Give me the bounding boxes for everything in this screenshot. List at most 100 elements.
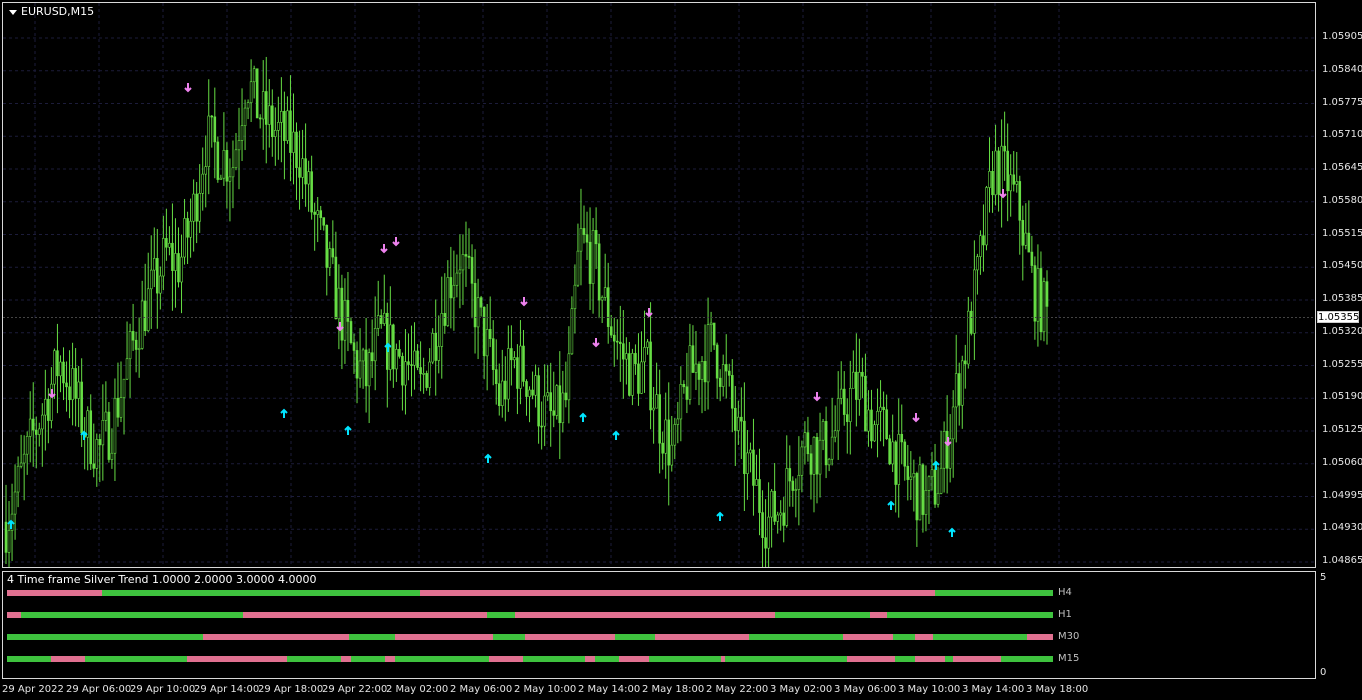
time-tick-label: 2 May 10:00 (514, 684, 577, 695)
candle-body (159, 275, 162, 294)
candle-body (706, 324, 710, 383)
candle-body (567, 353, 571, 401)
price-tick-label: 1.04995 (1322, 489, 1362, 501)
candle-body (204, 166, 208, 175)
candle-body (758, 479, 761, 513)
candle-body (331, 248, 335, 258)
candle-body (573, 284, 577, 310)
candle-body (891, 441, 894, 465)
candle-body (588, 241, 592, 284)
candle-body (152, 258, 156, 271)
candle-body (848, 387, 852, 422)
candle-body (452, 284, 456, 299)
candle-body (41, 414, 44, 430)
candle-body (991, 171, 994, 196)
price-chart-panel[interactable]: EURUSD,M15 (2, 2, 1316, 568)
candle-body (171, 242, 174, 271)
trend-row-m15 (7, 656, 1053, 662)
candle-body (957, 373, 961, 406)
candlestick-chart[interactable] (3, 3, 1316, 568)
candle-body (885, 409, 888, 440)
candle-body (667, 419, 671, 466)
candle-body (107, 411, 111, 460)
candle-body (25, 436, 29, 455)
candle-body (34, 429, 38, 435)
candle-body (261, 91, 265, 120)
candle-body (401, 356, 404, 386)
candle-body (730, 375, 734, 409)
candle-body (280, 110, 283, 123)
candle-body (619, 341, 622, 344)
candle-body (839, 388, 843, 399)
candle-body (180, 256, 183, 283)
candle-body (337, 287, 341, 320)
candle-body (785, 468, 789, 526)
trend-down-segment (385, 656, 395, 662)
trend-down-segment (395, 634, 493, 640)
candle-body (395, 349, 398, 370)
indicator-panel[interactable]: 4 Time frame Silver Trend 1.0000 2.0000 … (2, 571, 1316, 679)
trend-up-segment (349, 634, 395, 640)
candle-body (900, 433, 904, 443)
symbol-selector[interactable]: EURUSD,M15 (9, 6, 94, 18)
trend-row-h1 (7, 612, 1053, 618)
time-tick-label: 2 May 18:00 (642, 684, 705, 695)
trend-down-segment (187, 656, 287, 662)
time-tick-label: 2 May 22:00 (706, 684, 769, 695)
candle-body (579, 228, 583, 252)
trend-down-segment (843, 634, 893, 640)
candle-body (467, 255, 471, 258)
candle-body (622, 343, 625, 360)
time-tick-label: 29 Apr 14:00 (194, 684, 260, 695)
candle-body (615, 340, 619, 343)
price-tick-label: 1.05255 (1322, 358, 1362, 370)
candle-body (1000, 145, 1003, 195)
price-tick-label: 1.05385 (1322, 293, 1362, 304)
candle-body (168, 242, 171, 248)
candle-body (830, 436, 834, 460)
candle-body (234, 149, 238, 169)
candle-body (534, 375, 537, 396)
candle-body (407, 361, 410, 365)
candle-body (994, 150, 997, 196)
price-tick-label: 1.05190 (1322, 391, 1362, 403)
trend-up-segment (102, 590, 420, 596)
candle-body (358, 360, 362, 379)
candle-body (289, 110, 292, 153)
candle-body (703, 361, 707, 383)
timeframe-label: M30 (1058, 631, 1080, 642)
trend-down-segment (915, 656, 945, 662)
candle-body (37, 428, 41, 435)
candle-body (585, 234, 589, 243)
candle-body (942, 430, 946, 469)
indicator-scale-bottom: 0 (1320, 667, 1327, 678)
candle-body (845, 414, 849, 422)
buy-arrow-icon (280, 408, 288, 418)
sell-arrow-icon (392, 237, 400, 247)
candle-body (1030, 251, 1034, 266)
buy-arrow-icon (716, 511, 724, 521)
triangle-down-icon[interactable] (9, 9, 17, 15)
buy-arrow-icon (579, 412, 587, 422)
candle-body (53, 350, 56, 385)
candle-body (930, 469, 934, 478)
buy-arrow-icon (948, 527, 956, 537)
candle-body (137, 348, 141, 350)
trend-up-segment (725, 656, 847, 662)
candle-body (973, 269, 976, 334)
candle-body (625, 353, 628, 360)
candle-body (1039, 268, 1043, 333)
candle-body (140, 300, 144, 349)
candle-body (967, 310, 970, 365)
candle-body (646, 341, 649, 348)
candle-body (292, 131, 295, 153)
candle-body (603, 287, 607, 298)
candle-body (743, 420, 746, 474)
sell-arrow-icon (912, 413, 920, 423)
candle-body (954, 373, 958, 408)
candle-body (494, 369, 498, 385)
candle-body (718, 377, 722, 387)
candle-body (440, 313, 444, 347)
candle-body (555, 385, 559, 416)
candle-body (909, 476, 913, 480)
